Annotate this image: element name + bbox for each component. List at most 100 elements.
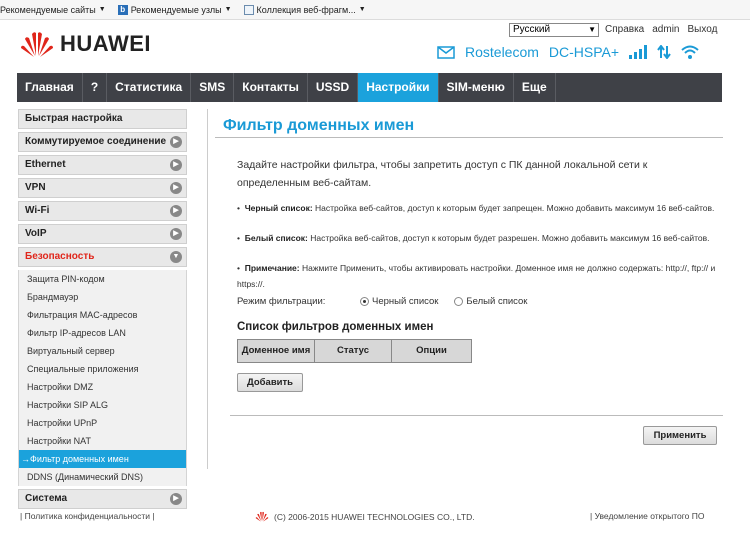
sidebar-item-dialup[interactable]: Коммутируемое соединение ▶: [18, 132, 187, 152]
submenu-label: Фильтр доменных имен: [30, 454, 129, 464]
radio-button-icon[interactable]: [454, 297, 464, 306]
huawei-flower-icon: [255, 511, 269, 522]
chevron-down-icon[interactable]: ▼: [359, 6, 366, 13]
column-header-domain: Доменное имя: [238, 340, 315, 362]
sidebar-item-label: Ethernet: [25, 159, 66, 170]
submenu-firewall[interactable]: Брандмауэр: [19, 288, 186, 306]
bullet-term: Черный список:: [244, 203, 313, 213]
sidebar-item-label: VoIP: [25, 228, 47, 239]
huawei-flower-icon: [21, 32, 53, 57]
sidebar: Быстрая настройка Коммутируемое соединен…: [18, 109, 187, 512]
sidebar-item-security[interactable]: Безопасность ▼: [18, 247, 187, 267]
sidebar-item-label: Wi-Fi: [25, 205, 50, 216]
radio-whitelist[interactable]: Белый список: [454, 296, 527, 307]
domain-filter-table: Доменное имя Статус Опции: [237, 339, 472, 363]
submenu-mac-filter[interactable]: Фильтрация MAC-адресов: [19, 306, 186, 324]
nav-help[interactable]: ?: [83, 73, 108, 102]
favorite-web-slices[interactable]: Коллекция веб-фрагм... ▼: [243, 4, 366, 15]
user-link[interactable]: admin: [652, 24, 679, 35]
sidebar-item-wifi[interactable]: Wi-Fi ▶: [18, 201, 187, 221]
sidebar-item-voip[interactable]: VoIP ▶: [18, 224, 187, 244]
brand-name: HUAWEI: [60, 31, 151, 56]
bullet-blacklist: • Черный список: Настройка веб-сайтов, д…: [237, 203, 715, 213]
favorite-label: Коллекция веб-фрагм...: [256, 4, 356, 15]
open-source-notice-link[interactable]: Уведомление открытого ПО: [595, 511, 705, 521]
sidebar-item-system[interactable]: Система ▶: [18, 489, 187, 509]
nav-settings[interactable]: Настройки: [358, 73, 439, 102]
title-divider: [215, 137, 723, 138]
nav-more[interactable]: Еще: [514, 73, 556, 102]
bullet-whitelist: • Белый список: Настройка веб-сайтов, до…: [237, 233, 710, 243]
favorite-suggested-sites[interactable]: Рекомендуемые сайты ▼: [0, 5, 106, 15]
page-title: Фильтр доменных имен: [223, 117, 415, 134]
nav-sms[interactable]: SMS: [191, 73, 235, 102]
sidebar-item-label: Быстрая настройка: [25, 113, 123, 124]
chevron-down-icon[interactable]: ▼: [99, 6, 106, 13]
page-icon: [243, 4, 254, 15]
submenu-ddns[interactable]: DDNS (Динамический DNS): [19, 468, 186, 486]
apply-button[interactable]: Применить: [643, 426, 717, 445]
expand-arrow-icon: ▶: [170, 136, 182, 148]
column-header-options: Опции: [392, 340, 471, 362]
language-value: Русский: [513, 24, 551, 35]
envelope-icon: [437, 45, 455, 59]
status-bar: Rostelecom DC-HSPA+: [437, 44, 709, 60]
expand-arrow-icon: ▶: [170, 182, 182, 194]
submenu-sip-alg[interactable]: Настройки SIP ALG: [19, 396, 186, 414]
main-nav: Главная ? Статистика SMS Контакты USSD Н…: [17, 73, 722, 102]
submenu-nat[interactable]: Настройки NAT: [19, 432, 186, 450]
favorite-suggested-nodes[interactable]: b Рекомендуемые узлы ▼: [117, 4, 232, 15]
language-select[interactable]: Русский ▼: [509, 23, 599, 37]
nav-home[interactable]: Главная: [17, 73, 83, 102]
sidebar-item-vpn[interactable]: VPN ▶: [18, 178, 187, 198]
filter-mode-label: Режим фильтрации:: [237, 296, 326, 307]
submenu-dmz[interactable]: Настройки DMZ: [19, 378, 186, 396]
bullet-term: Белый список:: [244, 233, 308, 243]
submenu-lan-ip-filter[interactable]: Фильтр IP-адресов LAN: [19, 324, 186, 342]
arrow-right-icon: →: [21, 454, 30, 464]
sidebar-item-label: VPN: [25, 182, 46, 193]
favorite-label: Рекомендуемые узлы: [130, 4, 222, 15]
sidebar-item-label: Безопасность: [25, 251, 95, 262]
radio-blacklist[interactable]: Черный список: [360, 296, 438, 307]
bullet-note: • Примечание: Нажмите Применить, чтобы а…: [237, 263, 716, 289]
expand-arrow-icon: ▶: [170, 205, 182, 217]
expand-arrow-icon: ▶: [170, 159, 182, 171]
radio-button-icon[interactable]: [360, 297, 369, 306]
network-type: DC-HSPA+: [548, 44, 620, 60]
privacy-policy-link[interactable]: Политика конфиденциальности: [25, 511, 150, 521]
favorites-bar: Рекомендуемые сайты ▼ b Рекомендуемые узл…: [0, 0, 750, 20]
signal-icon: [629, 45, 648, 59]
chevron-down-icon[interactable]: ▼: [225, 6, 232, 13]
bullet-text: Настройка веб-сайтов, доступ к которым б…: [312, 203, 715, 213]
nav-statistics[interactable]: Статистика: [107, 73, 192, 102]
notice-link-wrapper: | Уведомление открытого ПО: [590, 511, 705, 521]
sidebar-item-ethernet[interactable]: Ethernet ▶: [18, 155, 187, 175]
sidebar-divider: [207, 109, 208, 469]
security-submenu: Защита PIN-кодом Брандмауэр Фильтрация M…: [18, 270, 187, 486]
nav-sim-menu[interactable]: SIM-меню: [439, 73, 514, 102]
logout-link[interactable]: Выход: [687, 24, 717, 35]
add-button[interactable]: Добавить: [237, 373, 303, 392]
bullet-text: Настройка веб-сайтов, доступ к которым б…: [307, 233, 710, 243]
collapse-arrow-icon: ▼: [170, 251, 182, 263]
submenu-pin-protection[interactable]: Защита PIN-кодом: [19, 270, 186, 288]
column-header-status: Статус: [315, 340, 392, 362]
sidebar-item-quick-setup[interactable]: Быстрая настройка: [18, 109, 187, 129]
sidebar-item-label: Система: [25, 493, 68, 504]
chevron-down-icon: ▼: [588, 25, 596, 34]
nav-ussd[interactable]: USSD: [308, 73, 359, 102]
submenu-virtual-server[interactable]: Виртуальный сервер: [19, 342, 186, 360]
submenu-special-apps[interactable]: Специальные приложения: [19, 360, 186, 378]
submenu-domain-filter[interactable]: →Фильтр доменных имен: [19, 450, 186, 468]
data-transfer-icon: [657, 45, 671, 59]
wifi-icon: [681, 45, 699, 59]
expand-arrow-icon: ▶: [170, 228, 182, 240]
submenu-upnp[interactable]: Настройки UPnP: [19, 414, 186, 432]
help-link[interactable]: Справка: [605, 24, 644, 35]
nav-contacts[interactable]: Контакты: [234, 73, 308, 102]
bing-icon: b: [117, 4, 128, 15]
huawei-logo[interactable]: HUAWEI: [20, 30, 151, 58]
bullet-text: Нажмите Применить, чтобы активировать на…: [237, 263, 716, 289]
sms-status[interactable]: [437, 45, 455, 59]
